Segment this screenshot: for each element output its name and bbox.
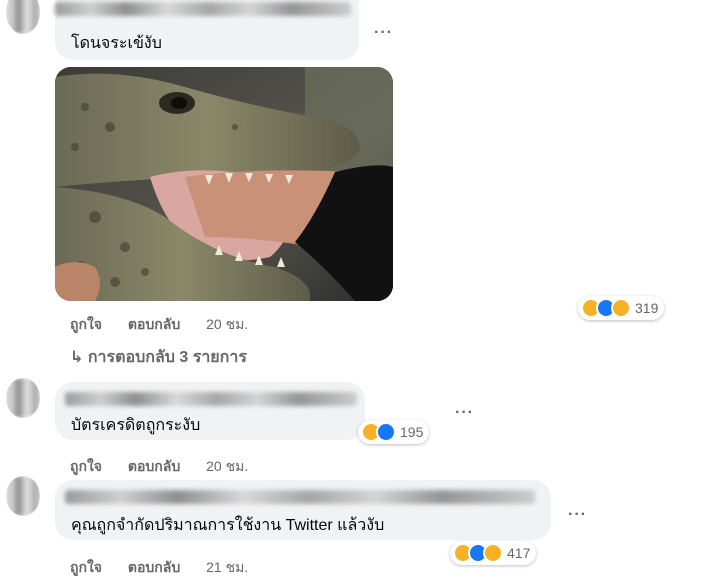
timestamp[interactable]: 20 ชม. bbox=[206, 458, 248, 474]
reaction-summary[interactable]: 195 bbox=[358, 420, 430, 444]
like-button[interactable]: ถูกใจ bbox=[70, 458, 102, 474]
crocodile-photo-drawing bbox=[55, 67, 393, 301]
timestamp[interactable]: 21 ชม. bbox=[206, 559, 248, 575]
reaction-count: 319 bbox=[635, 300, 659, 316]
reply-button[interactable]: ตอบกลับ bbox=[128, 458, 180, 474]
comment-actions: ถูกใจ ตอบกลับ 20 ชม. bbox=[70, 314, 270, 336]
blurred-author-name[interactable] bbox=[65, 392, 357, 406]
comment-bubble: โดนจระเข้งับ bbox=[55, 0, 359, 60]
more-options-button[interactable]: ··· bbox=[568, 506, 587, 524]
avatar[interactable] bbox=[6, 378, 40, 418]
reaction-summary[interactable]: 319 bbox=[578, 296, 665, 320]
sad-icon bbox=[611, 298, 631, 318]
comment-actions: ถูกใจ ตอบกลับ 21 ชม. bbox=[70, 557, 270, 579]
timestamp[interactable]: 20 ชม. bbox=[206, 316, 248, 332]
like-button[interactable]: ถูกใจ bbox=[70, 316, 102, 332]
comment-text: บัตรเครดิตถูกระงับ bbox=[71, 417, 201, 434]
avatar[interactable] bbox=[6, 476, 40, 516]
avatar[interactable] bbox=[6, 0, 40, 34]
comment-bubble: บัตรเครดิตถูกระงับ bbox=[55, 382, 365, 440]
reply-arrow-icon: ↳ bbox=[70, 349, 84, 366]
blurred-author-name[interactable] bbox=[55, 2, 351, 16]
replies-label: การตอบกลับ 3 รายการ bbox=[87, 349, 247, 366]
reaction-count: 417 bbox=[507, 545, 531, 561]
comment-actions: ถูกใจ ตอบกลับ 20 ชม. bbox=[70, 456, 270, 478]
comment-bubble: คุณถูกจำกัดปริมาณการใช้งาน Twitter แล้วง… bbox=[55, 480, 551, 540]
like-button[interactable]: ถูกใจ bbox=[70, 559, 102, 575]
comment-text: คุณถูกจำกัดปริมาณการใช้งาน Twitter แล้วง… bbox=[71, 517, 385, 534]
blurred-author-name[interactable] bbox=[65, 490, 535, 504]
like-icon bbox=[376, 422, 396, 442]
more-options-button[interactable]: ··· bbox=[374, 24, 393, 42]
reply-button[interactable]: ตอบกลับ bbox=[128, 316, 180, 332]
more-options-button[interactable]: ··· bbox=[455, 404, 474, 422]
reply-button[interactable]: ตอบกลับ bbox=[128, 559, 180, 575]
reaction-summary[interactable]: 417 bbox=[450, 541, 537, 565]
sad-icon bbox=[483, 543, 503, 563]
reaction-count: 195 bbox=[400, 424, 424, 440]
view-replies-link[interactable]: ↳ การตอบกลับ 3 รายการ bbox=[70, 345, 247, 370]
comment-photo-crocodile[interactable] bbox=[55, 67, 393, 301]
comment-text: โดนจระเข้งับ bbox=[71, 35, 162, 52]
